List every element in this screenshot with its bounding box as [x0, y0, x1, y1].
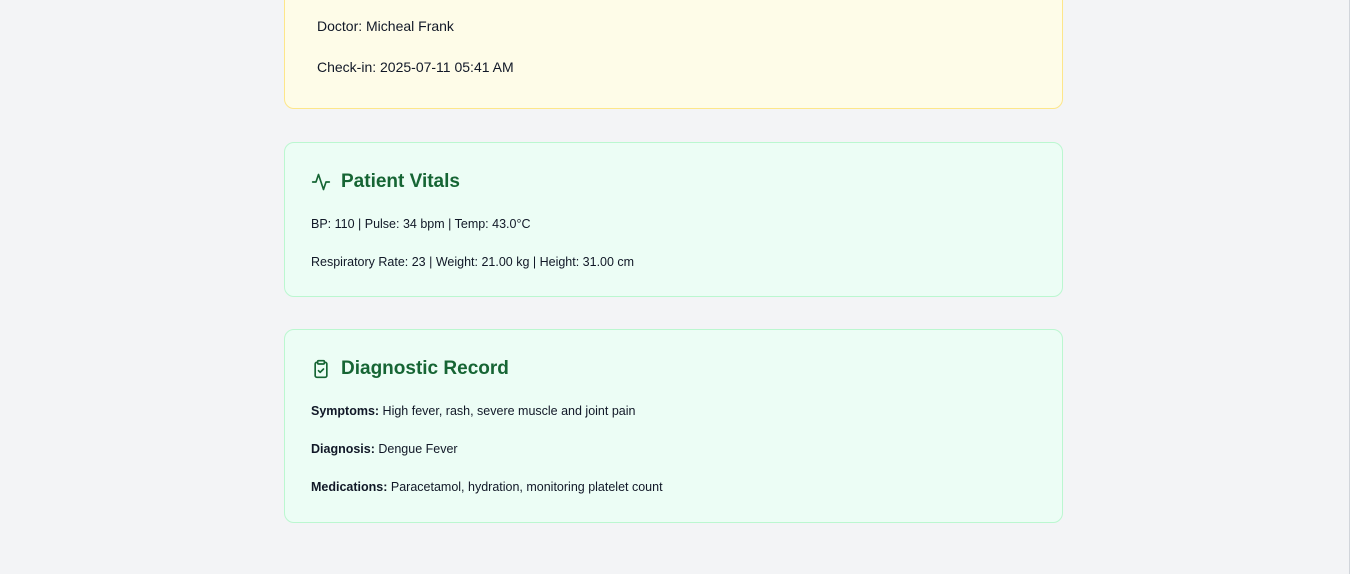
- activity-icon: [311, 172, 331, 192]
- diagnosis-value: Dengue Fever: [374, 442, 458, 456]
- vitals-heading: Patient Vitals: [311, 170, 460, 194]
- medications-label: Medications:: [311, 480, 388, 494]
- patient-vitals-card: Patient Vitals BP: 110 | Pulse: 34 bpm |…: [284, 142, 1063, 297]
- visit-info-card: Doctor: Micheal Frank Check-in: 2025-07-…: [284, 0, 1063, 109]
- symptoms-value: High fever, rash, severe muscle and join…: [379, 404, 636, 418]
- vitals-line-1: BP: 110 | Pulse: 34 bpm | Temp: 43.0°C: [311, 217, 531, 231]
- diagnosis-label: Diagnosis:: [311, 442, 375, 456]
- diagnostic-heading: Diagnostic Record: [311, 357, 509, 381]
- medications-value: Paracetamol, hydration, monitoring plate…: [387, 480, 663, 494]
- doctor-name: Doctor: Micheal Frank: [317, 18, 454, 34]
- diagnostic-title: Diagnostic Record: [341, 358, 509, 379]
- page: Doctor: Micheal Frank Check-in: 2025-07-…: [0, 0, 1350, 574]
- medications-row: Medications: Paracetamol, hydration, mon…: [311, 479, 663, 495]
- diagnosis-row: Diagnosis: Dengue Fever: [311, 441, 458, 457]
- vitals-title: Patient Vitals: [341, 171, 460, 192]
- clipboard-check-icon: [311, 359, 331, 379]
- vitals-line-2: Respiratory Rate: 23 | Weight: 21.00 kg …: [311, 255, 635, 269]
- diagnostic-record-card: Diagnostic Record Symptoms: High fever, …: [284, 329, 1063, 523]
- check-in-time: Check-in: 2025-07-11 05:41 AM: [317, 59, 514, 75]
- symptoms-label: Symptoms:: [311, 404, 380, 418]
- symptoms-row: Symptoms: High fever, rash, severe muscl…: [311, 403, 635, 419]
